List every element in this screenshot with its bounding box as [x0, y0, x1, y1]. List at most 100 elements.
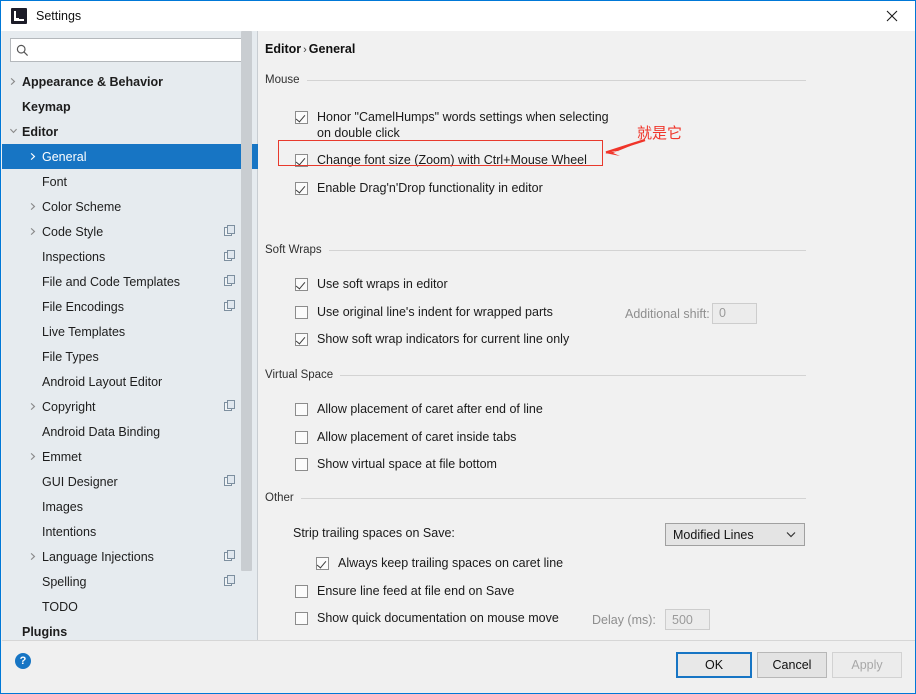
sidebar-item-file-and-code-templates[interactable]: File and Code Templates — [2, 269, 258, 294]
sidebar-item-inspections[interactable]: Inspections — [2, 244, 258, 269]
checkbox-row-quick-doc[interactable]: Show quick documentation on mouse move D… — [295, 609, 806, 630]
copy-settings-icon[interactable] — [224, 275, 236, 287]
sidebar-item-label: Emmet — [42, 449, 82, 464]
sidebar-item-code-style[interactable]: Code Style — [2, 219, 258, 244]
cancel-button[interactable]: Cancel — [757, 652, 827, 678]
chevron-down-icon — [786, 532, 796, 538]
checkbox-row-virtual-space-bottom[interactable]: Show virtual space at file bottom — [295, 457, 806, 473]
sidebar-item-label: Spelling — [42, 574, 87, 589]
sidebar-item-file-encodings[interactable]: File Encodings — [2, 294, 258, 319]
sidebar-item-live-templates[interactable]: Live Templates — [2, 319, 258, 344]
copy-settings-icon[interactable] — [224, 475, 236, 487]
checkbox-row-ensure-line-feed[interactable]: Ensure line feed at file end on Save — [295, 584, 806, 600]
window-title: Settings — [36, 9, 82, 23]
checkbox-row-original-indent[interactable]: Use original line's indent for wrapped p… — [295, 302, 806, 324]
chevron-right-icon[interactable] — [24, 552, 42, 561]
group-virtual-space: Virtual Space Allow placement of caret a… — [265, 368, 806, 473]
sidebar-item-android-layout-editor[interactable]: Android Layout Editor — [2, 369, 258, 394]
checkbox-row-use-soft-wraps[interactable]: Use soft wraps in editor — [295, 277, 806, 293]
checkbox-dragndrop[interactable] — [295, 181, 308, 195]
additional-shift-value: 0 — [719, 306, 726, 320]
chevron-right-icon[interactable] — [24, 402, 42, 411]
help-button[interactable]: ? — [15, 653, 31, 669]
breadcrumb-root: Editor — [265, 42, 302, 56]
search-input[interactable] — [33, 40, 233, 60]
checkbox-quick-doc[interactable] — [295, 612, 308, 625]
chevron-right-icon[interactable] — [24, 152, 42, 161]
chevron-right-icon[interactable] — [4, 77, 22, 86]
sidebar-item-keymap[interactable]: Keymap — [2, 94, 258, 119]
sidebar-item-general[interactable]: General — [2, 144, 258, 169]
checkbox-row-dragndrop[interactable]: Enable Drag'n'Drop functionality in edit… — [295, 181, 806, 197]
chevron-right-icon[interactable] — [24, 452, 42, 461]
settings-dialog: Settings Appearance & Behavior Keymap Edit… — [0, 0, 916, 694]
sidebar-item-appearance-behavior[interactable]: Appearance & Behavior — [2, 69, 258, 94]
settings-sidebar: Appearance & Behavior Keymap Editor General… — [2, 31, 258, 640]
delay-label: Delay (ms): — [592, 613, 656, 627]
checkbox-ensure-line-feed[interactable] — [295, 584, 308, 598]
checkbox-camelhumps[interactable] — [295, 111, 308, 124]
sidebar-item-todo[interactable]: TODO — [2, 594, 258, 619]
checkbox-row-caret-inside-tabs[interactable]: Allow placement of caret inside tabs — [295, 430, 806, 446]
checkbox-wrap-indicators[interactable] — [295, 333, 308, 346]
apply-button[interactable]: Apply — [832, 652, 902, 678]
copy-settings-icon[interactable] — [224, 225, 236, 237]
copy-settings-icon[interactable] — [224, 400, 236, 412]
settings-content-panel: Editor › General Mouse Honor "CamelHumps" … — [259, 31, 915, 640]
group-divider-line — [265, 250, 806, 251]
checkbox-original-indent[interactable] — [295, 305, 308, 319]
copy-settings-icon[interactable] — [224, 550, 236, 562]
sidebar-item-label: Editor — [22, 124, 59, 139]
chevron-right-icon[interactable] — [24, 202, 42, 211]
sidebar-item-language-injections[interactable]: Language Injections — [2, 544, 258, 569]
checkbox-caret-after-eol[interactable] — [295, 403, 308, 416]
sidebar-item-images[interactable]: Images — [2, 494, 258, 519]
chevron-right-icon[interactable] — [24, 227, 42, 236]
sidebar-scrollbar-thumb[interactable] — [241, 31, 252, 571]
sidebar-item-font[interactable]: Font — [2, 169, 258, 194]
chevron-down-icon[interactable] — [4, 127, 22, 136]
sidebar-item-label: GUI Designer — [42, 474, 118, 489]
sidebar-item-label: TODO — [42, 599, 78, 614]
checkbox-virtual-space-bottom[interactable] — [295, 458, 308, 471]
sidebar-item-editor[interactable]: Editor — [2, 119, 258, 144]
group-other-header: Other — [265, 491, 806, 505]
sidebar-item-color-scheme[interactable]: Color Scheme — [2, 194, 258, 219]
sidebar-item-emmet[interactable]: Emmet — [2, 444, 258, 469]
checkbox-caret-inside-tabs[interactable] — [295, 430, 308, 444]
sidebar-item-file-types[interactable]: File Types — [2, 344, 258, 369]
group-mouse-header: Mouse — [265, 73, 806, 87]
settings-tree: Appearance & Behavior Keymap Editor General… — [2, 69, 258, 640]
checkbox-row-keep-trailing-caret[interactable]: Always keep trailing spaces on caret lin… — [316, 556, 806, 572]
checkbox-keep-trailing-caret[interactable] — [316, 557, 329, 570]
checkbox-label-wrap-indicators: Show soft wrap indicators for current li… — [317, 332, 570, 346]
sidebar-item-android-data-binding[interactable]: Android Data Binding — [2, 419, 258, 444]
sidebar-item-label: Font — [42, 174, 68, 189]
search-box[interactable] — [10, 38, 250, 62]
copy-settings-icon[interactable] — [224, 300, 236, 312]
sidebar-item-gui-designer[interactable]: GUI Designer — [2, 469, 258, 494]
sidebar-item-plugins[interactable]: Plugins — [2, 619, 258, 640]
checkbox-row-caret-after-eol[interactable]: Allow placement of caret after end of li… — [295, 402, 806, 418]
group-divider-line — [265, 498, 806, 499]
checkbox-label-change-font-size: Change font size (Zoom) with Ctrl+Mouse … — [317, 153, 587, 167]
strip-trailing-dropdown[interactable]: Modified Lines — [665, 523, 805, 546]
delay-field[interactable]: 500 — [665, 609, 710, 630]
close-button[interactable] — [869, 1, 915, 30]
ok-button[interactable]: OK — [676, 652, 752, 678]
sidebar-item-label: Appearance & Behavior — [22, 74, 164, 89]
checkbox-change-font-size[interactable] — [295, 154, 308, 167]
checkbox-row-camelhumps[interactable]: Honor "CamelHumps" words settings when s… — [295, 110, 806, 141]
copy-settings-icon[interactable] — [224, 250, 236, 262]
checkbox-row-change-font-size[interactable]: Change font size (Zoom) with Ctrl+Mouse … — [295, 153, 806, 169]
copy-settings-icon[interactable] — [224, 575, 236, 587]
sidebar-item-copyright[interactable]: Copyright — [2, 394, 258, 419]
sidebar-item-intentions[interactable]: Intentions — [2, 519, 258, 544]
sidebar-scrollbar[interactable] — [241, 31, 252, 602]
checkbox-use-soft-wraps[interactable] — [295, 278, 308, 291]
additional-shift-field[interactable]: 0 — [712, 302, 757, 324]
group-other: Other Strip trailing spaces on Save: Mod… — [265, 491, 806, 640]
sidebar-item-spelling[interactable]: Spelling — [2, 569, 258, 594]
group-soft-wraps-title: Soft Wraps — [265, 244, 329, 256]
checkbox-row-wrap-indicators[interactable]: Show soft wrap indicators for current li… — [295, 332, 806, 348]
